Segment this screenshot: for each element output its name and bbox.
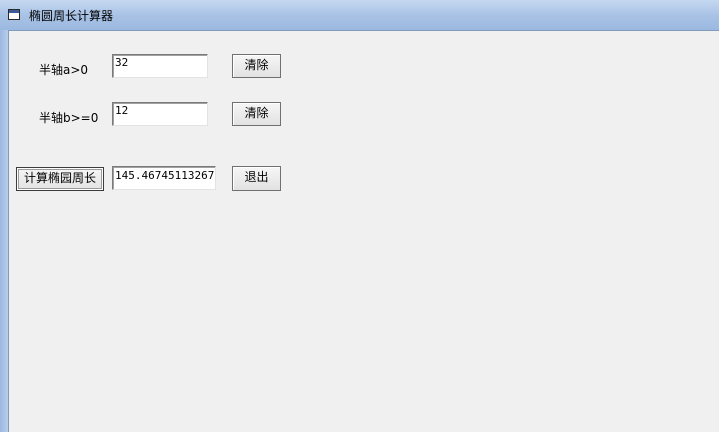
compute-perimeter-button[interactable]: 计算椭园周长 (16, 167, 104, 191)
exit-button[interactable]: 退出 (232, 166, 281, 191)
axis-b-input[interactable]: 12 (112, 102, 208, 126)
axis-a-input[interactable]: 32 (112, 54, 208, 78)
window-title: 椭圆周长计算器 (29, 9, 114, 23)
result-field[interactable]: 145.467451132678 (112, 166, 216, 190)
app-window-icon[interactable] (8, 9, 20, 20)
clear-b-button[interactable]: 清除 (232, 102, 281, 126)
window-left-border (0, 30, 9, 432)
title-bar[interactable]: 椭圆周长计算器 (0, 0, 719, 31)
axis-a-label: 半轴a>0 (39, 63, 89, 77)
form-client-area (9, 31, 719, 432)
clear-a-button[interactable]: 清除 (232, 54, 281, 78)
axis-b-label: 半轴b>=0 (39, 111, 99, 125)
